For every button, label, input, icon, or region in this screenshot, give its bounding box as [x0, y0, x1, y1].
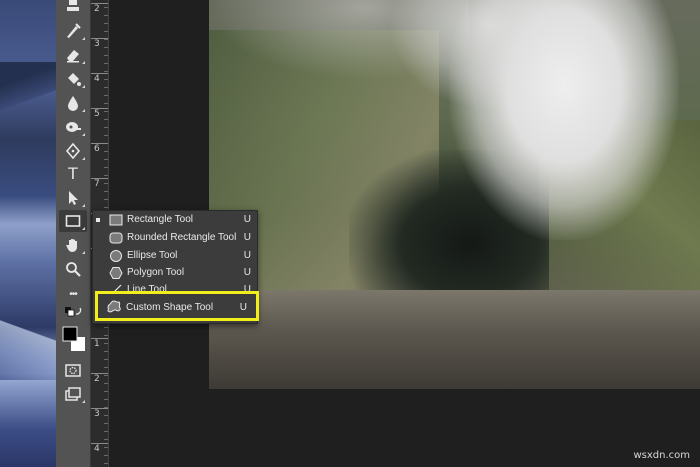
- ruler-number: 5: [94, 109, 100, 119]
- menu-item-rectangle-tool[interactable]: Rectangle Tool U: [93, 211, 257, 228]
- rectangle-icon: [109, 213, 123, 227]
- ellipse-icon: [109, 249, 123, 263]
- ruler-number: 7: [94, 179, 100, 189]
- ruler-number: 4: [94, 74, 100, 84]
- ruler-number: 4: [94, 444, 100, 454]
- eraser-icon[interactable]: [59, 44, 87, 66]
- menu-item-shortcut: U: [243, 250, 251, 261]
- default-colors-icon[interactable]: [59, 306, 87, 320]
- menu-item-rounded-rectangle-tool[interactable]: Rounded Rectangle Tool U: [93, 229, 257, 246]
- menu-item-label: Ellipse Tool: [127, 250, 178, 261]
- dodge-icon[interactable]: [59, 116, 87, 138]
- wallpaper-dune: [0, 300, 56, 380]
- tools-panel: T •••: [56, 0, 91, 467]
- ruler-number: 3: [94, 409, 100, 419]
- path-select-icon[interactable]: [59, 187, 87, 209]
- watermark: wsxdn.com: [633, 450, 690, 461]
- menu-item-shortcut: U: [243, 214, 251, 225]
- photo-smoke-plume: [449, 0, 679, 240]
- menu-item-polygon-tool[interactable]: Polygon Tool U: [93, 264, 257, 281]
- rectangle-shape-icon[interactable]: [59, 210, 87, 232]
- polygon-icon: [109, 266, 123, 280]
- hand-icon[interactable]: [59, 234, 87, 256]
- menu-item-shortcut: U: [239, 302, 247, 313]
- active-tool-bullet: [96, 217, 100, 222]
- stamp-icon[interactable]: [59, 0, 87, 16]
- more-icon[interactable]: •••: [59, 283, 87, 305]
- desktop-wallpaper: [0, 0, 56, 467]
- menu-item-label: Polygon Tool: [127, 267, 185, 278]
- document-canvas-photo[interactable]: [209, 0, 700, 389]
- ruler-number: 1: [94, 339, 100, 349]
- menu-item-label: Rounded Rectangle Tool: [127, 232, 237, 243]
- brush-history-icon[interactable]: [59, 20, 87, 42]
- custom-shape-icon: [106, 299, 122, 313]
- ruler-number: 6: [94, 144, 100, 154]
- zoom-icon[interactable]: [59, 258, 87, 280]
- menu-item-custom-shape-tool[interactable]: Custom Shape Tool U: [95, 291, 259, 321]
- menu-item-shortcut: U: [243, 267, 251, 278]
- pen-icon[interactable]: [59, 140, 87, 162]
- menu-item-label: Custom Shape Tool: [126, 302, 214, 313]
- ruler-number: 2: [94, 4, 100, 14]
- wallpaper-ridge: [0, 62, 56, 122]
- menu-item-label: Rectangle Tool: [127, 214, 193, 225]
- menu-item-ellipse-tool[interactable]: Ellipse Tool U: [93, 247, 257, 264]
- screen-mode-icon[interactable]: [59, 383, 87, 405]
- ruler-number: 3: [94, 39, 100, 49]
- ruler-number: 2: [94, 374, 100, 384]
- type-icon[interactable]: T: [59, 163, 87, 185]
- blur-drop-icon[interactable]: [59, 92, 87, 114]
- rounded-rectangle-icon: [109, 231, 123, 245]
- paint-bucket-icon[interactable]: [59, 68, 87, 90]
- photo-foreground-rocks: [209, 290, 700, 389]
- menu-item-shortcut: U: [243, 232, 251, 243]
- quick-mask-icon[interactable]: [59, 359, 87, 381]
- swap-colors-icon[interactable]: [59, 323, 87, 353]
